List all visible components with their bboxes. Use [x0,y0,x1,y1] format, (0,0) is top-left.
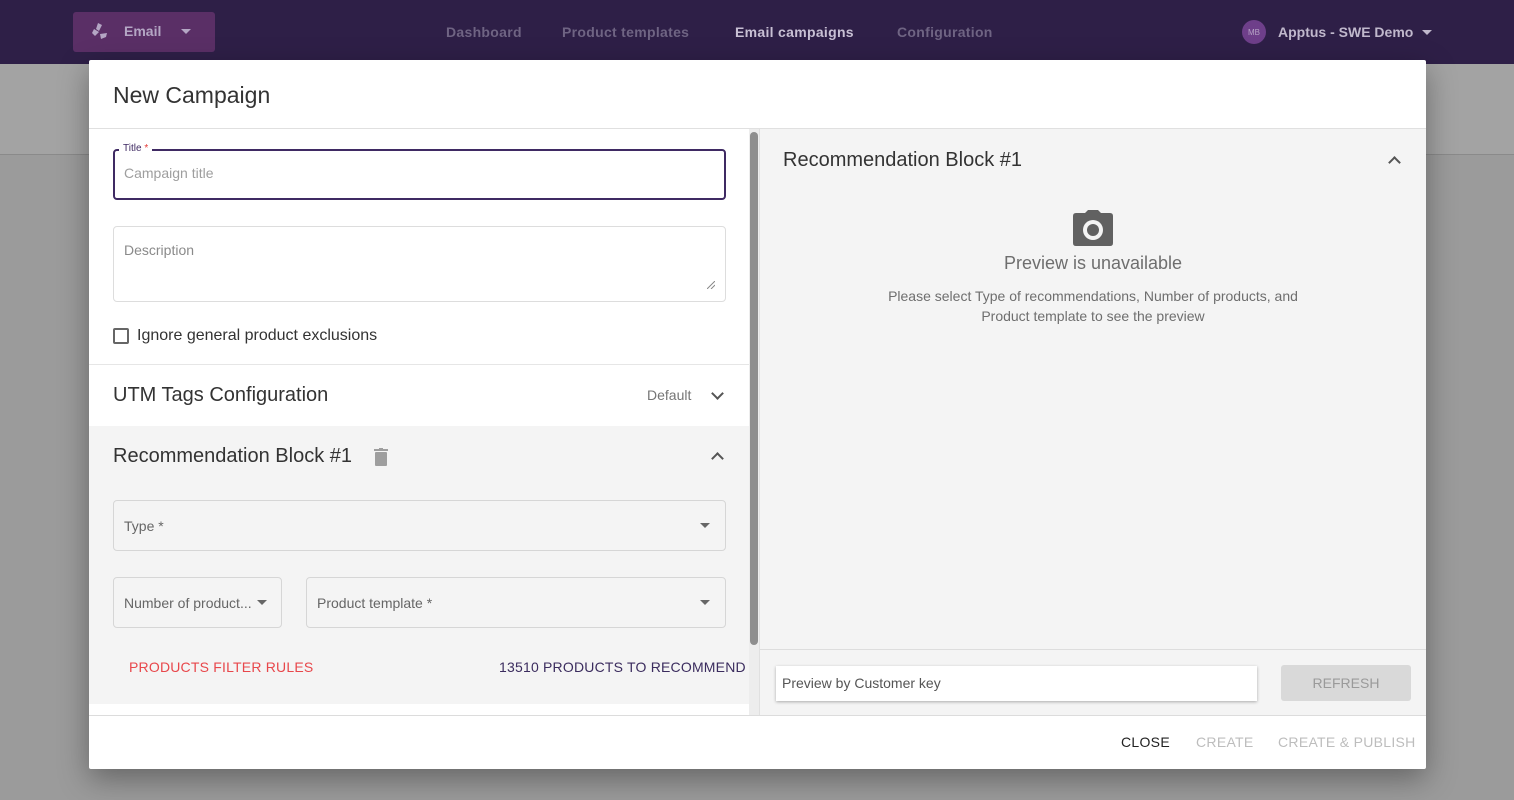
nav-configuration[interactable]: Configuration [897,24,993,40]
chevron-up-icon[interactable] [1388,156,1401,169]
customer-key-input[interactable] [782,675,1242,691]
customer-key-field[interactable] [776,666,1257,701]
ignore-exclusions-checkbox[interactable] [113,328,129,344]
trash-icon[interactable] [374,448,388,466]
preview-panel: Recommendation Block #1 Preview is unava… [759,129,1426,715]
preview-hint-text: Please select Type of recommendations, N… [888,288,1298,324]
preview-block-title: Recommendation Block #1 [783,149,1023,171]
nav-product-templates[interactable]: Product templates [562,24,689,40]
dropdown-arrow-icon [700,523,710,528]
dialog-title: New Campaign [113,82,271,108]
app-switcher-button[interactable]: Email [73,12,215,52]
chevron-up-icon[interactable] [711,452,724,465]
close-button[interactable]: CLOSE [1121,734,1170,750]
utm-tags-section-header[interactable]: UTM Tags Configuration Default [89,365,749,425]
product-template-select[interactable]: Product template * [306,577,726,628]
recommendation-block-title: Recommendation Block #1 [113,445,353,467]
products-to-recommend-count: 13510 PRODUCTS TO RECOMMEND [499,659,746,675]
title-input[interactable] [124,165,714,181]
description-input[interactable] [124,242,714,292]
new-campaign-dialog: New Campaign Title * Ignore general prod… [89,60,1426,769]
title-field[interactable] [113,149,726,200]
title-label: Title * [119,143,153,154]
nav-dashboard[interactable]: Dashboard [446,24,522,40]
chevron-down-icon[interactable] [711,387,724,400]
campaign-form: Title * Ignore general product exclusion… [89,129,749,715]
description-field[interactable] [113,226,726,302]
required-marker: * [144,143,149,154]
avatar: MB [1242,20,1266,44]
account-menu[interactable]: MB Apptus - SWE Demo [1242,20,1433,44]
dropdown-arrow-icon [700,600,710,605]
create-button[interactable]: CREATE [1196,734,1254,750]
caret-down-icon [181,29,191,34]
footer-divider [89,715,1426,716]
utm-tags-value: Default [647,387,692,403]
recommendation-block: Recommendation Block #1 Type * Number of… [89,426,749,704]
ignore-exclusions-label: Ignore general product exclusions [137,327,378,344]
resize-grip-icon[interactable] [707,281,715,289]
form-scrollbar-thumb[interactable] [750,132,758,645]
products-filter-rules-button[interactable]: PRODUCTS FILTER RULES [129,659,313,675]
create-and-publish-button[interactable]: CREATE & PUBLISH [1278,734,1416,750]
dropdown-arrow-icon [257,600,267,605]
utm-tags-title: UTM Tags Configuration [113,384,329,406]
caret-down-icon [1422,29,1433,35]
preview-footer-divider [760,649,1426,650]
type-select-placeholder: Type * [124,518,164,534]
top-app-bar: Email Dashboard Product templates Email … [0,0,1514,64]
preview-unavailable-heading: Preview is unavailable [1003,253,1183,273]
refresh-button[interactable]: REFRESH [1281,665,1411,701]
number-of-products-placeholder: Number of product... [124,595,252,611]
type-select[interactable]: Type * [113,500,726,551]
product-template-placeholder: Product template * [317,595,433,611]
apptus-logo-icon [92,23,107,39]
camera-icon [1073,210,1113,246]
nav-email-campaigns[interactable]: Email campaigns [735,24,854,40]
account-name: Apptus - SWE Demo [1278,24,1414,40]
ignore-exclusions-checkbox-row[interactable]: Ignore general product exclusions [113,327,377,345]
number-of-products-select[interactable]: Number of product... [113,577,282,628]
app-switcher-label: Email [124,23,162,39]
